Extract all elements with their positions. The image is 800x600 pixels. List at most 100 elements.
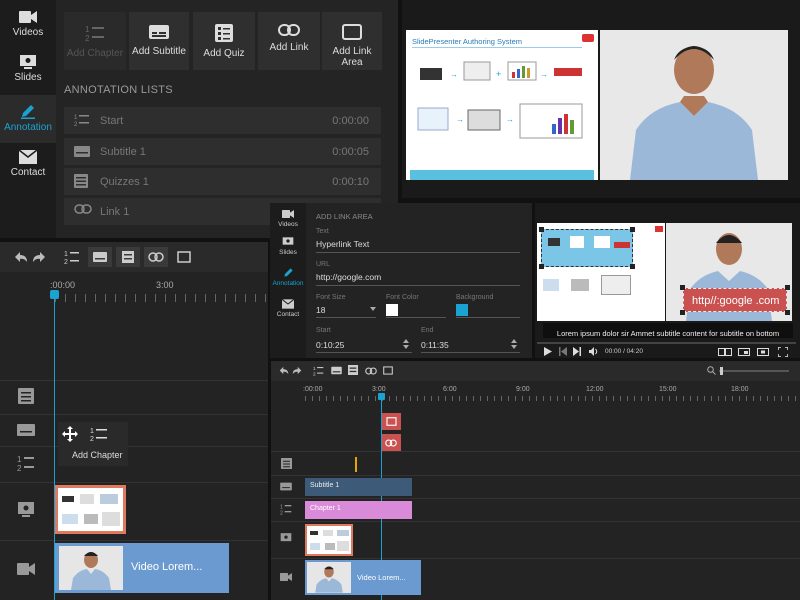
background-swatch[interactable] [456,304,468,316]
zoom-slider[interactable] [719,370,789,372]
link-area-icon[interactable] [383,366,393,375]
svg-text:2: 2 [90,436,94,442]
annotation-row-start[interactable]: 12 Start 0:00:00 [64,107,381,134]
resize-handle[interactable] [785,310,790,315]
resize-handle[interactable] [680,310,685,315]
svg-text:2: 2 [85,34,90,42]
zoom-slider-thumb[interactable] [720,367,723,375]
subtitle-clip[interactable]: Subtitle 1 [305,478,412,496]
resize-handle[interactable] [630,227,635,232]
playhead-handle[interactable] [50,290,59,299]
slide-title: SlidePresenter Authoring System [412,37,523,46]
quiz-marker[interactable] [355,457,357,472]
redo-icon[interactable] [32,251,46,263]
drag-chapter-tooltip[interactable]: 12 Add Chapter [58,422,128,466]
nav-contact[interactable]: Contact [270,299,306,318]
end-field[interactable]: 0:11:35 [421,340,449,350]
video-clip[interactable]: Video Lorem... [55,543,229,593]
link-icon[interactable] [365,367,377,375]
tool-subtitle[interactable] [88,247,112,267]
add-subtitle-button[interactable]: Add Subtitle [129,12,189,70]
nav-annotation[interactable]: Annotation [0,95,56,143]
pencil-icon [283,268,293,277]
add-link-area-button[interactable]: Add Link Area [322,12,382,70]
fullscreen-icon[interactable] [778,347,788,357]
nav-annotation[interactable]: Annotation [270,267,306,287]
youtube-icon [655,226,663,232]
presenter-video [600,30,788,180]
video-clip[interactable]: Video Lorem... [305,560,421,595]
presenter-figure [630,46,758,180]
url-field[interactable]: http://google.com [316,272,381,282]
start-label: Start [316,327,331,334]
chapter-clip[interactable]: Chapter 1 [305,501,412,519]
slide-clip[interactable] [305,524,353,556]
stepper-icon[interactable] [403,339,409,349]
ruler-ticks [55,294,268,302]
svg-text:1: 1 [280,504,283,510]
quiz-icon[interactable] [348,365,358,375]
nav-slides[interactable]: Slides [270,237,306,256]
layout-video-icon[interactable] [757,348,769,356]
annotation-row-subtitle[interactable]: Subtitle 1 0:00:05 [64,138,381,165]
layout-pip-icon[interactable] [738,348,750,356]
nav-videos[interactable]: Videos [0,10,56,38]
add-link-button[interactable]: Add Link [258,12,320,70]
svg-text:+: + [496,69,501,79]
tool-link[interactable] [144,247,168,267]
track-divider [0,482,268,483]
link-icon [148,252,164,262]
subtitle-icon [149,25,169,39]
tool-link-area[interactable] [172,247,196,267]
link-marker[interactable] [382,434,401,451]
tick-label: 12:00 [586,386,604,393]
nav-videos[interactable]: Videos [270,209,306,228]
layout-side-by-side-icon[interactable] [718,348,732,356]
volume-icon[interactable] [589,347,599,356]
selection-box[interactable] [541,229,633,267]
chapter-icon[interactable]: 12 [313,365,324,376]
resize-handle[interactable] [539,227,544,232]
video-track-icon [17,563,35,575]
annotation-row-quiz[interactable]: Quizzes 1 0:00:10 [64,168,381,195]
resize-handle[interactable] [630,264,635,269]
skip-back-icon[interactable] [559,347,567,356]
font-size-select[interactable]: 18 [316,305,325,315]
tool-quiz[interactable] [116,247,140,267]
skip-forward-icon[interactable] [573,347,581,356]
resize-handle[interactable] [539,264,544,269]
svg-text:1: 1 [17,455,22,464]
redo-icon[interactable] [292,366,302,375]
add-quiz-button[interactable]: Add Quiz [193,12,255,70]
preview-slide [537,223,665,321]
resize-handle[interactable] [785,285,790,290]
track-divider [271,558,800,559]
text-field[interactable]: Hyperlink Text [316,239,369,249]
chapter-icon: 12 [85,25,104,42]
undo-icon[interactable] [14,251,28,263]
tick-label: :00:00 [303,386,323,393]
play-icon[interactable] [544,347,552,356]
slide-clip[interactable] [55,485,126,534]
track-divider [0,414,268,415]
video-camera-icon [282,210,294,218]
start-field[interactable]: 0:10:25 [316,340,344,350]
playhead-handle[interactable] [378,393,385,400]
tick-label: 3:00 [156,280,174,290]
nav-contact[interactable]: Contact [0,150,56,178]
stepper-icon[interactable] [511,339,517,349]
video-track-icon [280,573,292,581]
chapter-track-icon: 12 [280,504,292,515]
seek-bar[interactable] [537,342,796,344]
link-area-icon [386,417,397,426]
tool-chapter[interactable]: 12 [60,247,84,267]
add-chapter-button[interactable]: 12 Add Chapter [64,12,126,70]
undo-icon[interactable] [279,366,289,375]
subtitle-icon[interactable] [331,366,342,375]
link-area-marker[interactable] [382,413,401,430]
nav-slides[interactable]: Slides [0,55,56,83]
resize-handle[interactable] [680,285,685,290]
dropdown-arrow-icon [370,307,376,311]
font-color-swatch[interactable] [386,304,398,316]
link-area-overlay[interactable]: http//:google .com [683,288,787,312]
